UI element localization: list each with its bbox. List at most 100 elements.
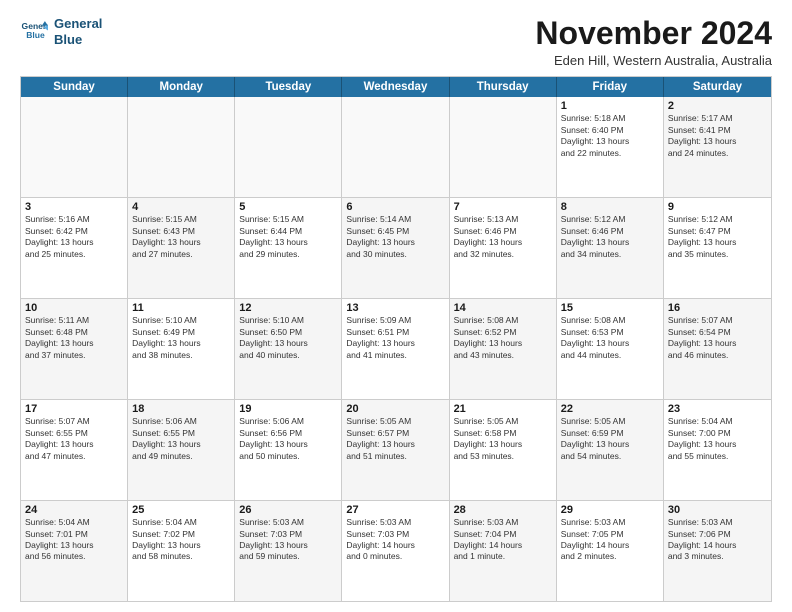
- day-number: 5: [239, 201, 337, 213]
- logo-icon: General Blue: [20, 18, 48, 46]
- day-number: 24: [25, 504, 123, 516]
- calendar-cell: 11Sunrise: 5:10 AM Sunset: 6:49 PM Dayli…: [128, 299, 235, 399]
- calendar-cell: 24Sunrise: 5:04 AM Sunset: 7:01 PM Dayli…: [21, 501, 128, 601]
- day-info: Sunrise: 5:16 AM Sunset: 6:42 PM Dayligh…: [25, 214, 123, 260]
- day-info: Sunrise: 5:10 AM Sunset: 6:49 PM Dayligh…: [132, 315, 230, 361]
- header: General Blue General Blue November 2024 …: [20, 16, 772, 68]
- calendar-cell: 15Sunrise: 5:08 AM Sunset: 6:53 PM Dayli…: [557, 299, 664, 399]
- day-info: Sunrise: 5:15 AM Sunset: 6:43 PM Dayligh…: [132, 214, 230, 260]
- day-info: Sunrise: 5:08 AM Sunset: 6:53 PM Dayligh…: [561, 315, 659, 361]
- calendar-cell: 7Sunrise: 5:13 AM Sunset: 6:46 PM Daylig…: [450, 198, 557, 298]
- day-number: 14: [454, 302, 552, 314]
- calendar-cell: 6Sunrise: 5:14 AM Sunset: 6:45 PM Daylig…: [342, 198, 449, 298]
- calendar-cell: 5Sunrise: 5:15 AM Sunset: 6:44 PM Daylig…: [235, 198, 342, 298]
- day-info: Sunrise: 5:04 AM Sunset: 7:02 PM Dayligh…: [132, 517, 230, 563]
- day-info: Sunrise: 5:05 AM Sunset: 6:59 PM Dayligh…: [561, 416, 659, 462]
- logo-text-line2: Blue: [54, 32, 102, 48]
- day-info: Sunrise: 5:18 AM Sunset: 6:40 PM Dayligh…: [561, 113, 659, 159]
- day-info: Sunrise: 5:03 AM Sunset: 7:05 PM Dayligh…: [561, 517, 659, 563]
- calendar-cell: [235, 97, 342, 197]
- day-number: 11: [132, 302, 230, 314]
- day-number: 16: [668, 302, 767, 314]
- calendar-cell: 19Sunrise: 5:06 AM Sunset: 6:56 PM Dayli…: [235, 400, 342, 500]
- logo: General Blue General Blue: [20, 16, 102, 47]
- day-info: Sunrise: 5:12 AM Sunset: 6:47 PM Dayligh…: [668, 214, 767, 260]
- calendar-cell: 25Sunrise: 5:04 AM Sunset: 7:02 PM Dayli…: [128, 501, 235, 601]
- calendar-cell: 12Sunrise: 5:10 AM Sunset: 6:50 PM Dayli…: [235, 299, 342, 399]
- day-info: Sunrise: 5:12 AM Sunset: 6:46 PM Dayligh…: [561, 214, 659, 260]
- header-day-thursday: Thursday: [450, 77, 557, 97]
- title-block: November 2024 Eden Hill, Western Austral…: [535, 16, 772, 68]
- header-day-friday: Friday: [557, 77, 664, 97]
- calendar-week-3: 10Sunrise: 5:11 AM Sunset: 6:48 PM Dayli…: [21, 298, 771, 399]
- day-number: 21: [454, 403, 552, 415]
- calendar-cell: 18Sunrise: 5:06 AM Sunset: 6:55 PM Dayli…: [128, 400, 235, 500]
- day-info: Sunrise: 5:06 AM Sunset: 6:56 PM Dayligh…: [239, 416, 337, 462]
- header-day-monday: Monday: [128, 77, 235, 97]
- calendar-cell: [21, 97, 128, 197]
- calendar-cell: 30Sunrise: 5:03 AM Sunset: 7:06 PM Dayli…: [664, 501, 771, 601]
- calendar-cell: 26Sunrise: 5:03 AM Sunset: 7:03 PM Dayli…: [235, 501, 342, 601]
- calendar-cell: 13Sunrise: 5:09 AM Sunset: 6:51 PM Dayli…: [342, 299, 449, 399]
- day-number: 12: [239, 302, 337, 314]
- calendar-cell: 21Sunrise: 5:05 AM Sunset: 6:58 PM Dayli…: [450, 400, 557, 500]
- logo-text-line1: General: [54, 16, 102, 32]
- day-info: Sunrise: 5:03 AM Sunset: 7:06 PM Dayligh…: [668, 517, 767, 563]
- day-number: 28: [454, 504, 552, 516]
- day-number: 3: [25, 201, 123, 213]
- calendar-cell: 16Sunrise: 5:07 AM Sunset: 6:54 PM Dayli…: [664, 299, 771, 399]
- calendar-cell: 27Sunrise: 5:03 AM Sunset: 7:03 PM Dayli…: [342, 501, 449, 601]
- day-info: Sunrise: 5:05 AM Sunset: 6:58 PM Dayligh…: [454, 416, 552, 462]
- day-number: 27: [346, 504, 444, 516]
- calendar-cell: 28Sunrise: 5:03 AM Sunset: 7:04 PM Dayli…: [450, 501, 557, 601]
- calendar-cell: 23Sunrise: 5:04 AM Sunset: 7:00 PM Dayli…: [664, 400, 771, 500]
- calendar-cell: 9Sunrise: 5:12 AM Sunset: 6:47 PM Daylig…: [664, 198, 771, 298]
- calendar-cell: [450, 97, 557, 197]
- location-subtitle: Eden Hill, Western Australia, Australia: [535, 53, 772, 68]
- day-info: Sunrise: 5:03 AM Sunset: 7:03 PM Dayligh…: [346, 517, 444, 563]
- day-info: Sunrise: 5:13 AM Sunset: 6:46 PM Dayligh…: [454, 214, 552, 260]
- calendar-cell: 10Sunrise: 5:11 AM Sunset: 6:48 PM Dayli…: [21, 299, 128, 399]
- day-info: Sunrise: 5:08 AM Sunset: 6:52 PM Dayligh…: [454, 315, 552, 361]
- calendar-week-1: 1Sunrise: 5:18 AM Sunset: 6:40 PM Daylig…: [21, 97, 771, 197]
- day-number: 8: [561, 201, 659, 213]
- day-info: Sunrise: 5:06 AM Sunset: 6:55 PM Dayligh…: [132, 416, 230, 462]
- day-number: 17: [25, 403, 123, 415]
- day-number: 13: [346, 302, 444, 314]
- day-info: Sunrise: 5:07 AM Sunset: 6:55 PM Dayligh…: [25, 416, 123, 462]
- day-number: 10: [25, 302, 123, 314]
- header-day-sunday: Sunday: [21, 77, 128, 97]
- day-info: Sunrise: 5:09 AM Sunset: 6:51 PM Dayligh…: [346, 315, 444, 361]
- day-info: Sunrise: 5:05 AM Sunset: 6:57 PM Dayligh…: [346, 416, 444, 462]
- day-number: 15: [561, 302, 659, 314]
- calendar: SundayMondayTuesdayWednesdayThursdayFrid…: [20, 76, 772, 602]
- calendar-cell: 2Sunrise: 5:17 AM Sunset: 6:41 PM Daylig…: [664, 97, 771, 197]
- header-day-tuesday: Tuesday: [235, 77, 342, 97]
- month-title: November 2024: [535, 16, 772, 51]
- page: General Blue General Blue November 2024 …: [0, 0, 792, 612]
- calendar-cell: [342, 97, 449, 197]
- day-number: 23: [668, 403, 767, 415]
- calendar-week-4: 17Sunrise: 5:07 AM Sunset: 6:55 PM Dayli…: [21, 399, 771, 500]
- day-number: 20: [346, 403, 444, 415]
- calendar-cell: 3Sunrise: 5:16 AM Sunset: 6:42 PM Daylig…: [21, 198, 128, 298]
- day-number: 25: [132, 504, 230, 516]
- calendar-week-5: 24Sunrise: 5:04 AM Sunset: 7:01 PM Dayli…: [21, 500, 771, 601]
- calendar-cell: 29Sunrise: 5:03 AM Sunset: 7:05 PM Dayli…: [557, 501, 664, 601]
- day-info: Sunrise: 5:15 AM Sunset: 6:44 PM Dayligh…: [239, 214, 337, 260]
- calendar-cell: 22Sunrise: 5:05 AM Sunset: 6:59 PM Dayli…: [557, 400, 664, 500]
- calendar-cell: 8Sunrise: 5:12 AM Sunset: 6:46 PM Daylig…: [557, 198, 664, 298]
- calendar-cell: 4Sunrise: 5:15 AM Sunset: 6:43 PM Daylig…: [128, 198, 235, 298]
- calendar-cell: 1Sunrise: 5:18 AM Sunset: 6:40 PM Daylig…: [557, 97, 664, 197]
- day-info: Sunrise: 5:04 AM Sunset: 7:00 PM Dayligh…: [668, 416, 767, 462]
- day-number: 7: [454, 201, 552, 213]
- day-info: Sunrise: 5:03 AM Sunset: 7:03 PM Dayligh…: [239, 517, 337, 563]
- day-info: Sunrise: 5:07 AM Sunset: 6:54 PM Dayligh…: [668, 315, 767, 361]
- day-number: 6: [346, 201, 444, 213]
- day-number: 18: [132, 403, 230, 415]
- day-number: 29: [561, 504, 659, 516]
- calendar-week-2: 3Sunrise: 5:16 AM Sunset: 6:42 PM Daylig…: [21, 197, 771, 298]
- svg-text:Blue: Blue: [26, 30, 45, 40]
- day-number: 2: [668, 100, 767, 112]
- calendar-cell: 17Sunrise: 5:07 AM Sunset: 6:55 PM Dayli…: [21, 400, 128, 500]
